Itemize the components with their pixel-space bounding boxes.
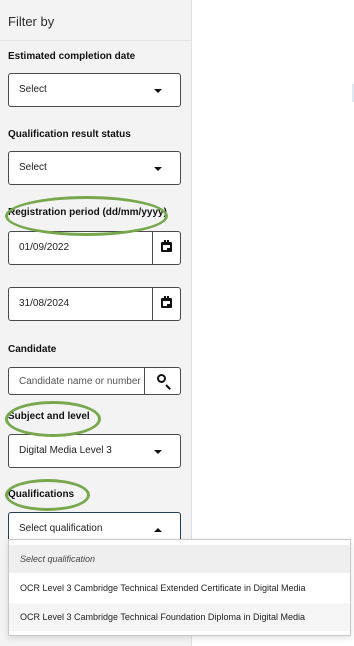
filter-title: Filter by xyxy=(8,14,55,29)
registration-start-calendar-button[interactable] xyxy=(152,232,180,264)
registration-start-date-value: 01/09/2022 xyxy=(19,242,70,253)
chevron-up-icon xyxy=(154,528,162,532)
estimated-completion-value: Select xyxy=(19,84,47,95)
registration-end-calendar-button[interactable] xyxy=(152,288,180,320)
qualifications-select[interactable]: Select qualification xyxy=(8,512,181,542)
subject-and-level-value: Digital Media Level 3 xyxy=(19,445,112,456)
registration-period-label: Registration period (dd/mm/yyyy) xyxy=(8,207,167,218)
registration-end-date-field[interactable]: 31/08/2024 xyxy=(8,287,181,321)
registration-end-date-value: 31/08/2024 xyxy=(19,298,70,309)
search-icon xyxy=(157,374,166,383)
candidate-label: Candidate xyxy=(8,344,57,355)
subject-and-level-label: Subject and level xyxy=(8,411,90,422)
qualification-result-status-label: Qualification result status xyxy=(8,129,131,140)
candidate-search-button[interactable] xyxy=(144,368,180,394)
page: Filter by Estimated completion date Sele… xyxy=(0,0,354,646)
qualifications-label: Qualifications xyxy=(8,489,75,500)
dropdown-option[interactable]: Select qualification xyxy=(9,545,350,573)
calendar-icon xyxy=(161,296,172,308)
chevron-down-icon xyxy=(154,450,162,454)
qualifications-value: Select qualification xyxy=(19,523,103,534)
candidate-search-box xyxy=(8,367,181,395)
chevron-down-icon xyxy=(154,167,162,171)
calendar-icon xyxy=(161,240,172,252)
candidate-search-input[interactable] xyxy=(9,368,145,394)
qualification-result-status-value: Select xyxy=(19,162,47,173)
chevron-down-icon xyxy=(154,89,162,93)
estimated-completion-label: Estimated completion date xyxy=(8,51,136,62)
dropdown-option[interactable]: OCR Level 3 Cambridge Technical Foundati… xyxy=(9,603,350,631)
subject-and-level-select[interactable]: Digital Media Level 3 xyxy=(8,434,181,468)
qualification-result-status-select[interactable]: Select xyxy=(8,151,181,185)
filter-divider xyxy=(0,40,191,41)
registration-start-date-field[interactable]: 01/09/2022 xyxy=(8,231,181,265)
dropdown-option[interactable]: OCR Level 3 Cambridge Technical Extended… xyxy=(9,574,350,602)
qualifications-dropdown-list: Select qualification OCR Level 3 Cambrid… xyxy=(8,539,351,636)
estimated-completion-select[interactable]: Select xyxy=(8,73,181,107)
